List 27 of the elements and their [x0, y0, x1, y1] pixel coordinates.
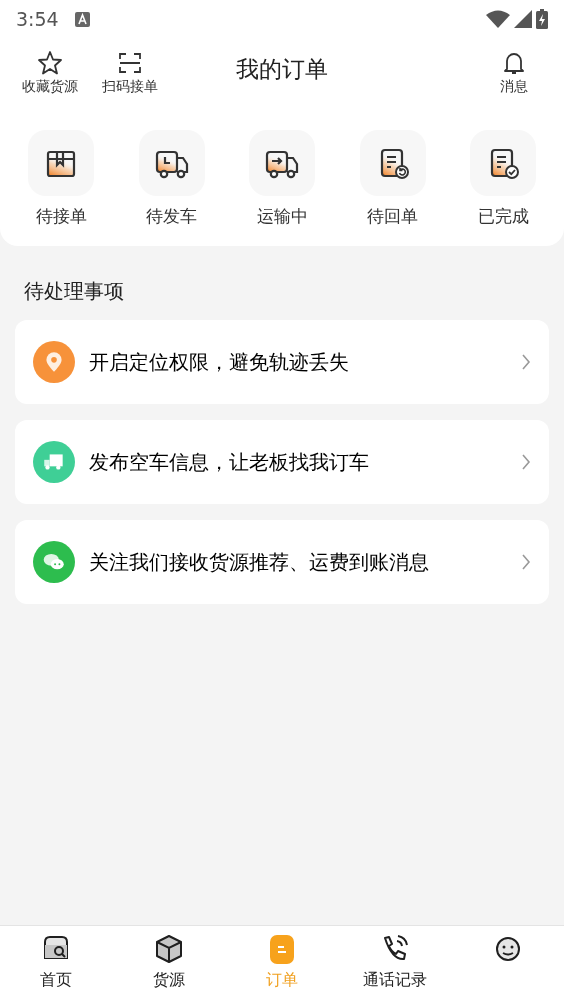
keyboard-icon	[74, 11, 90, 27]
chevron-right-icon	[521, 553, 531, 571]
wifi-icon	[486, 10, 510, 28]
tab-bar-item[interactable]: 货源	[112, 926, 226, 1004]
order-status-button[interactable]: 待发车	[126, 130, 217, 230]
signal-icon	[514, 10, 532, 28]
order-status-button[interactable]: 待接单	[16, 130, 106, 230]
order-status-button[interactable]: 待回单	[347, 130, 438, 230]
battery-icon	[536, 9, 548, 29]
chevron-right-icon	[521, 453, 531, 471]
document-icon	[267, 934, 297, 964]
tab-bar-item[interactable]: 通话记录	[338, 926, 452, 1004]
tab-bar-item[interactable]: 首页	[0, 926, 113, 1004]
section-title: 待处理事项	[24, 278, 125, 305]
header-action[interactable]: 收藏货源	[10, 48, 90, 98]
page-title: 我的订单	[236, 54, 328, 84]
header-action[interactable]: 消息	[474, 48, 554, 98]
status-time: 3:54	[16, 6, 59, 32]
todo-item[interactable]: 发布空车信息，让老板找我订车	[15, 420, 549, 504]
todo-item[interactable]: 开启定位权限，避免轨迹丢失	[15, 320, 549, 404]
order-status-button[interactable]: 运输中	[237, 130, 327, 230]
header-action[interactable]: 扫码接单	[90, 48, 170, 98]
order-status-button[interactable]: 已完成	[458, 130, 548, 230]
chevron-right-icon	[521, 353, 531, 371]
cube-icon	[154, 934, 185, 964]
todo-item[interactable]: 关注我们接收货源推荐、运费到账消息	[15, 520, 549, 604]
star-icon	[37, 49, 63, 76]
